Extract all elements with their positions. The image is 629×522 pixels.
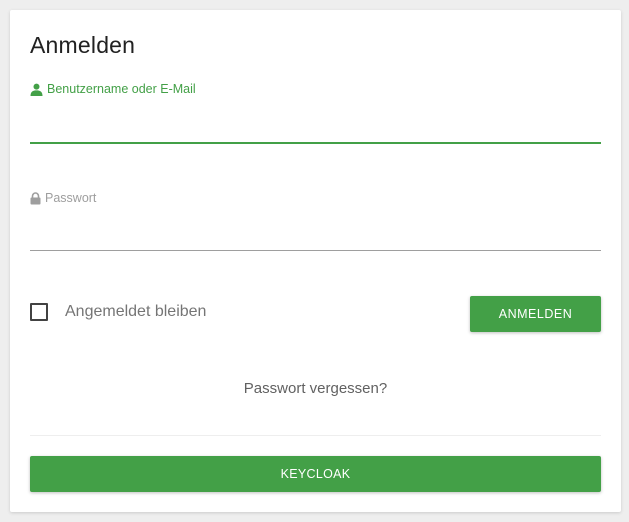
remember-me-label: Angemeldet bleiben xyxy=(65,303,207,320)
password-input[interactable] xyxy=(30,217,601,249)
keycloak-login-button[interactable]: KEYCLOAK xyxy=(30,456,601,492)
login-card: Anmelden Benutzername oder E-Mail Passwo… xyxy=(10,10,621,512)
remember-me-checkbox[interactable] xyxy=(30,303,48,321)
password-label-text: Passwort xyxy=(45,191,97,205)
username-underline xyxy=(30,142,601,144)
password-label: Passwort xyxy=(30,191,96,205)
password-underline xyxy=(30,250,601,251)
username-label: Benutzername oder E-Mail xyxy=(30,82,196,96)
login-button[interactable]: ANMELDEN xyxy=(470,296,601,332)
remember-me-toggle[interactable]: Angemeldet bleiben xyxy=(30,303,206,321)
user-icon xyxy=(30,83,43,96)
divider xyxy=(30,435,601,436)
page-title: Anmelden xyxy=(30,32,136,58)
username-label-text: Benutzername oder E-Mail xyxy=(47,82,196,96)
forgot-password-link[interactable]: Passwort vergessen? xyxy=(10,380,621,397)
username-input[interactable] xyxy=(30,110,601,142)
lock-icon xyxy=(30,191,41,205)
